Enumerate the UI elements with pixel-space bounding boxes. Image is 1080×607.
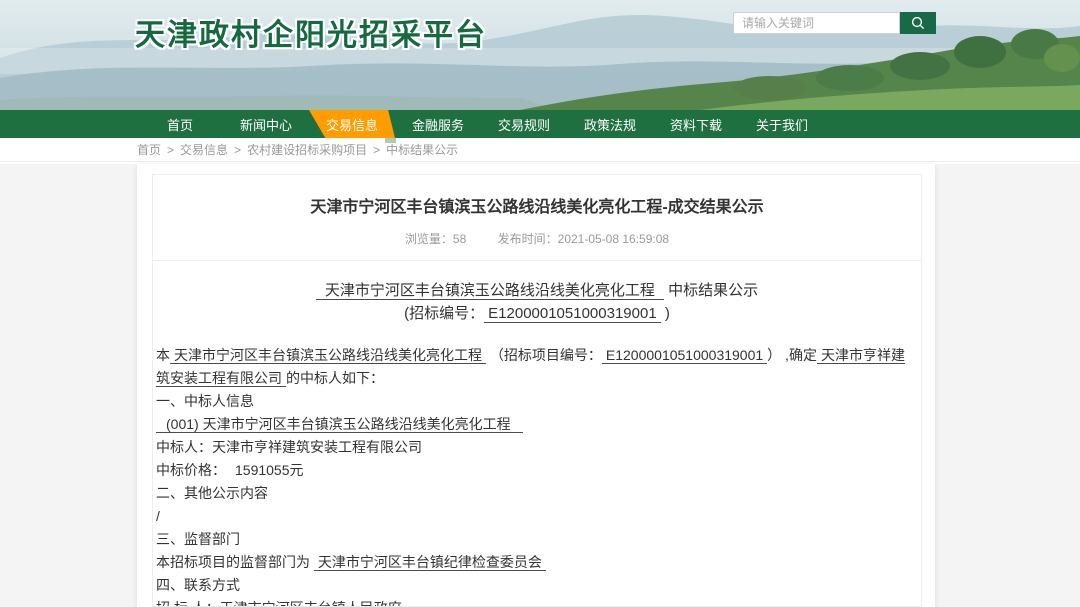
nav-item-home[interactable]: 首页 — [137, 110, 223, 138]
article-body: 本天津市宁河区丰台镇滨玉公路线沿线美化亮化工程 （招标项目编号：E1200001… — [153, 344, 921, 607]
winner-label: 中标人： — [156, 439, 212, 455]
search-button[interactable] — [900, 12, 936, 34]
bidder-label: 招 标 人： — [156, 600, 220, 607]
notice-heading-suffix: 中标结果公示 — [664, 282, 758, 299]
article-meta: 浏览量：58 发布时间：2021-05-08 16:59:08 — [153, 230, 921, 247]
winner-line: 中标人：天津市亨祥建筑安装工程有限公司 — [156, 436, 918, 459]
breadcrumb-result-notice[interactable]: 中标结果公示 — [386, 141, 458, 158]
main-nav: 首页 新闻中心 交易信息 金融服务 交易规则 政策法规 资料下载 关于我们 — [0, 110, 1080, 138]
winner-value: 天津市亨祥建筑安装工程有限公司 — [212, 439, 422, 455]
breadcrumb-rural-projects[interactable]: 农村建设招标采购项目 — [247, 141, 367, 158]
view-count: 浏览量：58 — [405, 232, 466, 246]
intro-text: ） — [767, 347, 781, 363]
breadcrumb-trade-info[interactable]: 交易信息 — [180, 141, 228, 158]
intro-paragraph: 本天津市宁河区丰台镇滨玉公路线沿线美化亮化工程 （招标项目编号：E1200001… — [156, 344, 918, 390]
section3-title: 三、监督部门 — [156, 528, 918, 551]
supervision-line: 本招标项目的监督部门为 天津市宁河区丰台镇纪律检查委员会 — [156, 551, 918, 574]
breadcrumb-separator: > — [373, 143, 380, 157]
publish-time-value: 2021-05-08 16:59:08 — [558, 232, 669, 246]
bidder-line: 招 标 人：天津市宁河区丰台镇人民政府 — [156, 597, 918, 607]
bidder-value: 天津市宁河区丰台镇人民政府 — [220, 600, 402, 607]
price-label: 中标价格： — [156, 462, 226, 478]
search-input[interactable] — [733, 12, 900, 34]
bid-number-prefix: (招标编号： — [404, 305, 484, 322]
nav-item-news[interactable]: 新闻中心 — [223, 110, 309, 138]
intro-text: 本 — [156, 347, 170, 363]
intro-bid-number: E1200001051000319001 — [602, 347, 767, 364]
intro-text: （招标项目编号： — [490, 347, 602, 363]
view-count-label: 浏览量： — [405, 232, 453, 246]
section1-item: (001) 天津市宁河区丰台镇滨玉公路线沿线美化亮化工程 — [156, 416, 523, 433]
nav-item-trade-rules[interactable]: 交易规则 — [481, 110, 567, 138]
breadcrumb-separator: > — [234, 143, 241, 157]
article-title: 天津市宁河区丰台镇滨玉公路线沿线美化亮化工程-成交结果公示 — [153, 199, 921, 217]
publish-time: 发布时间：2021-05-08 16:59:08 — [498, 232, 669, 246]
supervision-department: 天津市宁河区丰台镇纪律检查委员会 — [314, 554, 546, 571]
view-count-value: 58 — [453, 232, 466, 246]
supervision-text: 本招标项目的监督部门为 — [156, 554, 310, 570]
breadcrumb-home[interactable]: 首页 — [137, 141, 161, 158]
content-panel: 天津市宁河区丰台镇滨玉公路线沿线美化亮化工程-成交结果公示 浏览量：58 发布时… — [137, 164, 935, 607]
breadcrumb: 首页 > 交易信息 > 农村建设招标采购项目 > 中标结果公示 — [0, 138, 1080, 162]
breadcrumb-separator: > — [167, 143, 174, 157]
nav-item-about[interactable]: 关于我们 — [739, 110, 825, 138]
article-box: 天津市宁河区丰台镇滨玉公路线沿线美化亮化工程-成交结果公示 浏览量：58 发布时… — [152, 174, 922, 607]
notice-bid-number-line: (招标编号：E1200001051000319001 ) — [153, 303, 921, 325]
bid-number-suffix: ) — [661, 305, 670, 322]
search-box — [733, 12, 936, 34]
notice-heading: 天津市宁河区丰台镇滨玉公路线沿线美化亮化工程 中标结果公示 — [153, 280, 921, 302]
section2-title: 二、其他公示内容 — [156, 482, 918, 505]
intro-project-name: 天津市宁河区丰台镇滨玉公路线沿线美化亮化工程 — [170, 347, 486, 364]
nav-item-downloads[interactable]: 资料下载 — [653, 110, 739, 138]
section1-item-line: (001) 天津市宁河区丰台镇滨玉公路线沿线美化亮化工程 — [156, 413, 918, 436]
bid-number: E1200001051000319001 — [484, 305, 661, 323]
notice-project-name: 天津市宁河区丰台镇滨玉公路线沿线美化亮化工程 — [316, 282, 664, 300]
search-icon — [911, 16, 925, 30]
intro-text: ,确定 — [781, 347, 817, 363]
price-value: 1591055元 — [235, 462, 304, 478]
section1-title: 一、中标人信息 — [156, 390, 918, 413]
active-tab-notch — [385, 138, 396, 143]
main-area: 天津市宁河区丰台镇滨玉公路线沿线美化亮化工程-成交结果公示 浏览量：58 发布时… — [0, 164, 1080, 607]
site-title: 天津政村企阳光招采平台 — [135, 10, 487, 54]
site-header: 天津政村企阳光招采平台 — [0, 0, 1080, 110]
publish-time-label: 发布时间： — [498, 232, 558, 246]
nav-item-policies[interactable]: 政策法规 — [567, 110, 653, 138]
price-line: 中标价格： 1591055元 — [156, 459, 918, 482]
intro-text: 的中标人如下： — [286, 370, 384, 386]
meta-divider — [153, 260, 921, 261]
section4-title: 四、联系方式 — [156, 574, 918, 597]
nav-item-trade-info[interactable]: 交易信息 — [309, 110, 395, 138]
nav-item-finance[interactable]: 金融服务 — [395, 110, 481, 138]
section2-content: / — [156, 505, 918, 528]
